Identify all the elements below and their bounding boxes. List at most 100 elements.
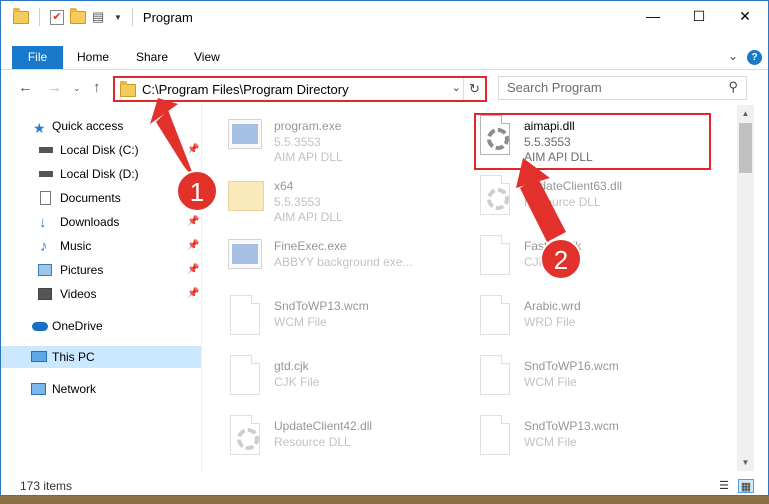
drive-icon (39, 147, 53, 153)
navigation-bar: ← → ⌄ ↑ C:\Program Files\Program Directo… (1, 75, 768, 103)
sidebar-item-local-disk-d[interactable]: Local Disk (D:) (1, 163, 201, 185)
download-icon: ↓ (39, 214, 47, 231)
new-folder-icon[interactable] (70, 7, 86, 24)
file-item[interactable]: SndToWP13.wcm WCM File (206, 289, 446, 345)
file-item[interactable]: SndToWP16.wcm WCM File (456, 349, 696, 405)
file-name: SndToWP16.wcm (524, 359, 619, 373)
sidebar-item-quick-access[interactable]: ★ Quick access (1, 115, 201, 137)
up-arrow-icon[interactable]: ↑ (93, 79, 101, 96)
file-item[interactable]: UpdateClient42.dll Resource DLL (206, 409, 446, 465)
file-item[interactable]: program.exe 5.5.3553 AIM API DLL (206, 109, 446, 165)
document-icon (476, 295, 514, 339)
sidebar-item-this-pc[interactable]: This PC (1, 346, 201, 368)
file-detail: CJK File (274, 375, 320, 389)
folder-icon (120, 81, 136, 97)
sidebar-item-label: Downloads (60, 215, 120, 229)
back-arrow-icon[interactable]: ← (18, 79, 33, 96)
document-icon (476, 235, 514, 279)
document-icon (226, 295, 264, 339)
pin-icon: 📌 (187, 264, 200, 275)
file-name: program.exe (274, 119, 342, 133)
recent-locations-icon[interactable]: ⌄ (73, 83, 81, 94)
scroll-down-icon[interactable]: ▼ (737, 458, 754, 467)
file-detail: WCM File (274, 315, 327, 329)
search-icon[interactable]: ⚲ (728, 79, 738, 95)
pin-icon: 📌 (187, 216, 200, 227)
file-name: UpdateClient63.dll (524, 179, 623, 193)
chevron-down-icon[interactable]: ▼ (114, 13, 122, 22)
tab-home[interactable]: Home (77, 46, 109, 69)
forward-arrow-icon[interactable]: → (47, 79, 62, 96)
documents-icon (40, 191, 51, 205)
sidebar-item-label: Local Disk (C:) (60, 143, 139, 157)
vertical-scrollbar[interactable]: ▲ ▼ (737, 105, 754, 471)
sidebar-item-network[interactable]: Network (1, 378, 201, 400)
search-input[interactable] (507, 80, 717, 95)
file-detail: 5.5.3553 (274, 195, 321, 209)
cloud-icon (32, 322, 48, 331)
search-box[interactable]: ⚲ (498, 76, 747, 100)
pin-icon: 📌 (187, 240, 200, 251)
sidebar-item-label: Network (52, 382, 97, 396)
sidebar-item-downloads[interactable]: ↓ Downloads 📌 (1, 211, 201, 233)
expand-ribbon-icon[interactable]: ⌄ (728, 49, 738, 63)
callout-badge-1: 1 (176, 170, 218, 212)
pin-icon: 📌 (187, 144, 200, 155)
status-bar: 173 items ☰ ▦ (1, 475, 768, 495)
item-count: 173 items (20, 479, 73, 493)
sidebar-item-local-disk-c[interactable]: Local Disk (C:) 📌 (1, 139, 201, 161)
address-dropdown-icon[interactable]: ⌄ (452, 81, 461, 94)
quick-access-toolbar: ✔ ▤ ▼ Program (13, 7, 193, 26)
sidebar-item-onedrive[interactable]: OneDrive (1, 315, 201, 337)
file-name: x64 (274, 179, 294, 193)
tab-view[interactable]: View (194, 46, 220, 69)
file-detail: AIM API DLL (274, 210, 343, 224)
help-button[interactable]: ? (747, 50, 762, 65)
address-bar[interactable]: C:\Program Files\Program Directory ⌄ ↻ (113, 76, 487, 102)
file-item[interactable]: Arabic.wrd WRD File (456, 289, 696, 345)
toolbar-divider (131, 8, 133, 26)
folder-item[interactable]: x64 5.5.3553 AIM API DLL (206, 169, 446, 225)
properties-check-icon[interactable]: ✔ (50, 9, 64, 25)
minimize-button[interactable]: — (630, 1, 676, 31)
close-button[interactable]: ✕ (722, 1, 768, 31)
scroll-up-icon[interactable]: ▲ (737, 109, 754, 118)
document-icon (476, 415, 514, 459)
star-icon: ★ (33, 120, 46, 136)
scrollbar-thumb[interactable] (739, 123, 752, 173)
tiles-view-icon[interactable]: ▦ (738, 479, 754, 493)
file-name: UpdateClient42.dll (274, 419, 373, 433)
sidebar-item-label: Quick access (52, 119, 124, 133)
exe-icon (226, 115, 264, 159)
document-icon (476, 355, 514, 399)
window-controls: — ☐ ✕ (630, 1, 768, 31)
file-detail: WCM File (524, 435, 577, 449)
window-title: Program (142, 9, 193, 25)
file-name: SndToWP13.wcm (274, 299, 369, 313)
file-item[interactable]: UpdateClient63.dll Resource DLL (456, 169, 696, 225)
sidebar-item-videos[interactable]: Videos 📌 (1, 283, 201, 305)
dll-gear-icon (226, 415, 264, 459)
file-detail: 5.5.3553 (274, 135, 321, 149)
folder-icon (226, 175, 264, 219)
tab-file[interactable]: File (12, 46, 63, 69)
sidebar-item-documents[interactable]: Documents 📌 (1, 187, 201, 209)
dll-gear-icon (476, 175, 514, 219)
file-item[interactable]: FineExec.exe ABBYY background exe... (206, 229, 446, 285)
refresh-icon[interactable]: ↻ (463, 78, 485, 100)
details-view-icon[interactable]: ☰ (716, 479, 732, 493)
tab-share[interactable]: Share (136, 46, 168, 69)
file-item[interactable]: SndToWP13.wcm WCM File (456, 409, 696, 465)
customize-toolbar-icon[interactable]: ▤ (92, 10, 108, 24)
sidebar-item-music[interactable]: ♪ Music 📌 (1, 235, 201, 257)
title-bar: ✔ ▤ ▼ Program — ☐ ✕ (1, 1, 768, 31)
pictures-icon (38, 264, 52, 276)
file-name: gtd.cjk (274, 359, 309, 373)
maximize-button[interactable]: ☐ (676, 1, 722, 31)
sidebar-item-pictures[interactable]: Pictures 📌 (1, 259, 201, 281)
sidebar-item-label: Videos (60, 287, 97, 301)
callout-badge-2: 2 (540, 238, 582, 280)
file-name: Arabic.wrd (524, 299, 581, 313)
file-item[interactable]: gtd.cjk CJK File (206, 349, 446, 405)
app-window-icon (226, 235, 264, 279)
